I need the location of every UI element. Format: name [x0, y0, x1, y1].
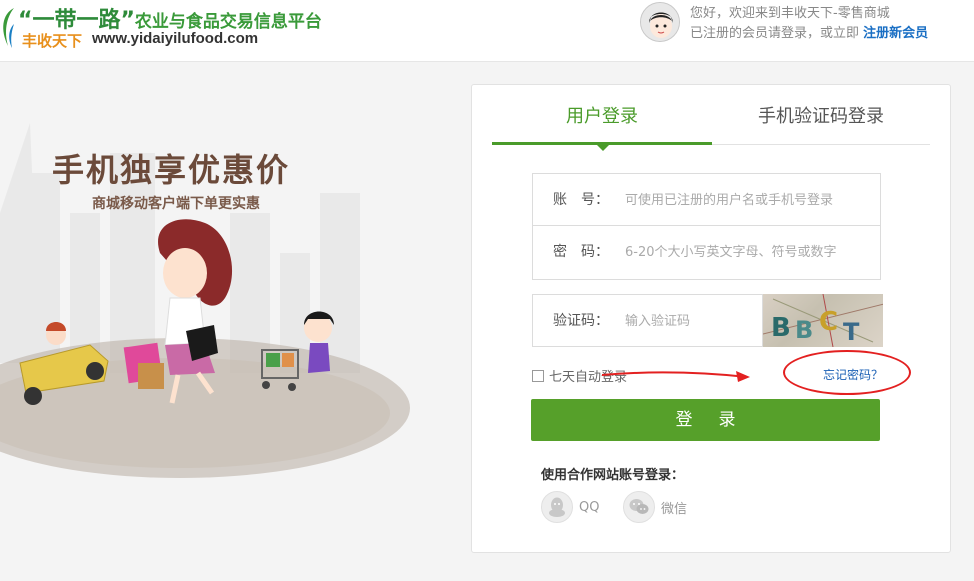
register-link[interactable]: 注册新会员 — [863, 26, 928, 41]
qq-icon — [541, 491, 573, 523]
login-tabs: 用户登录 手机验证码登录 — [492, 85, 930, 151]
captcha-field: 验证码： B B C T — [532, 294, 883, 347]
promo-title: 手机独享优惠价 — [52, 151, 291, 189]
captcha-input[interactable] — [625, 309, 755, 333]
wechat-icon — [623, 491, 655, 523]
promo-illustration — [0, 123, 410, 478]
password-input[interactable] — [625, 240, 865, 264]
avatar-face-icon — [641, 3, 679, 41]
tab-phone-code-login[interactable]: 手机验证码登录 — [712, 85, 930, 145]
account-label: 账 号： — [553, 192, 609, 208]
logo-title-sub: 农业与食品交易信息平台 — [134, 12, 322, 32]
captcha-graphic: B B C T — [763, 294, 883, 347]
annotation-arrow-icon — [602, 371, 750, 382]
partner-login-title: 使用合作网站账号登录： — [541, 468, 685, 483]
forgot-password-link[interactable]: 忘记密码？ — [823, 366, 883, 383]
account-field: 账 号： — [532, 173, 881, 226]
captcha-char-2: B — [795, 316, 813, 344]
qq-label: QQ — [579, 499, 600, 515]
promo-banner: 手机独享优惠价 商城移动客户端下单更实惠 — [0, 63, 440, 563]
captcha-char-1: B — [771, 313, 791, 343]
welcome-line1: 您好，欢迎来到丰收天下-零售商城 — [690, 6, 890, 21]
captcha-label: 验证码： — [553, 313, 609, 329]
captcha-char-3: C — [819, 307, 838, 337]
captcha-image[interactable]: B B C T — [762, 294, 883, 347]
password-field: 密 码： — [532, 226, 881, 280]
tab-account-login[interactable]: 用户登录 — [492, 85, 712, 151]
wechat-label: 微信 — [661, 501, 688, 517]
wechat-login[interactable]: 微信 — [623, 490, 687, 524]
welcome-line2: 已注册的会员请登录，或立即 — [690, 26, 860, 41]
logo-url: www.yidaiyilufood.com — [92, 30, 259, 47]
qq-login[interactable]: QQ — [541, 490, 599, 524]
logo-icon — [3, 8, 14, 48]
remember-checkbox[interactable] — [532, 369, 544, 382]
captcha-char-4: T — [843, 318, 860, 346]
account-input[interactable] — [625, 188, 865, 212]
site-header: “一带一路”农业与食品交易信息平台 丰收天下 www.yidaiyilufood… — [0, 0, 974, 62]
password-label: 密 码： — [553, 244, 609, 260]
logo-brand: 丰收天下 — [22, 32, 83, 50]
login-button[interactable]: 登录 — [531, 399, 880, 441]
avatar — [640, 2, 680, 42]
login-panel: 用户登录 手机验证码登录 账 号： 密 码： 验证码： B B C T 七天自动… — [471, 84, 951, 553]
promo-subtitle: 商城移动客户端下单更实惠 — [92, 196, 260, 212]
welcome-message: 您好，欢迎来到丰收天下-零售商城 已注册的会员请登录，或立即 注册新会员 — [690, 4, 928, 44]
